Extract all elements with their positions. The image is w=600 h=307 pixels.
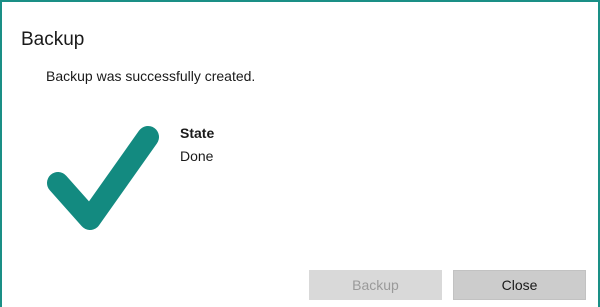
checkmark-icon	[47, 126, 159, 230]
status-message: Backup was successfully created.	[46, 68, 256, 84]
state-value: Done	[180, 148, 214, 164]
close-button[interactable]: Close	[453, 270, 586, 300]
dialog-title: Backup	[21, 29, 85, 50]
backup-dialog: Backup Backup was successfully created. …	[0, 0, 600, 307]
state-label: State	[180, 125, 215, 141]
backup-button[interactable]: Backup	[309, 270, 442, 300]
